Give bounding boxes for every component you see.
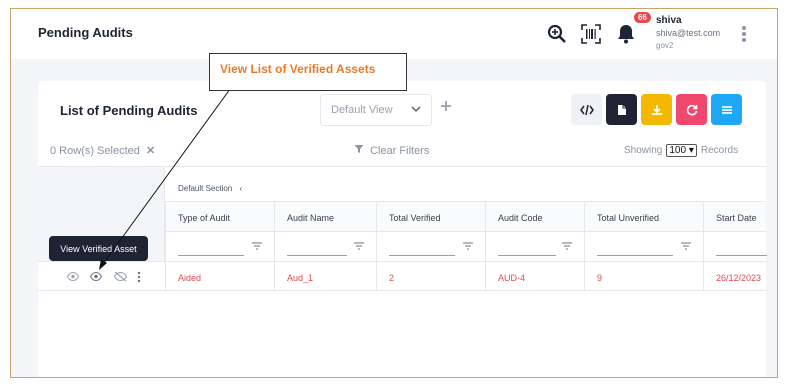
annotation-callout: View List of Verified Assets (209, 53, 407, 91)
app-frame: Pending Audits 66 shiva shiva@test.com g… (10, 8, 778, 378)
